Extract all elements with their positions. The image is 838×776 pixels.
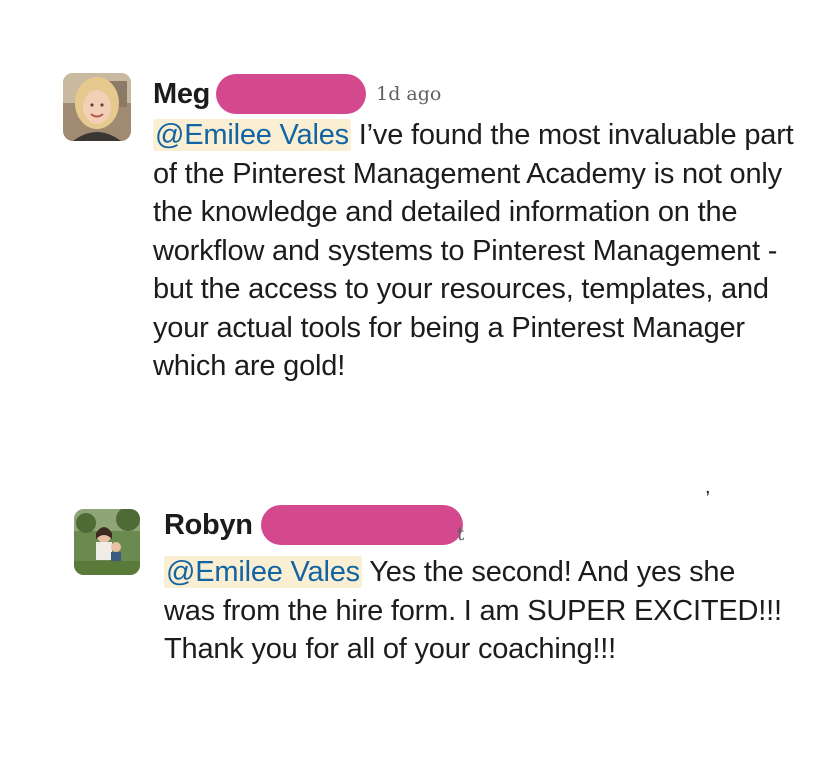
author-name[interactable]: Robyn [164, 509, 253, 542]
message-body: @Emilee Vales Yes the second! And yes sh… [164, 553, 794, 669]
user-photo-icon [74, 509, 140, 575]
mention-link[interactable]: @Emilee Vales [153, 119, 351, 151]
timestamp[interactable]: 1d ago [376, 83, 441, 105]
avatar[interactable] [63, 73, 131, 141]
message-text: I’ve found the most invaluable part of t… [153, 119, 794, 382]
redacted-surname [260, 505, 463, 545]
stray-mark: , [705, 476, 711, 498]
user-photo-icon [63, 73, 131, 141]
avatar[interactable] [74, 509, 140, 575]
author-name[interactable]: Meg [153, 78, 210, 111]
mention-link[interactable]: @Emilee Vales [164, 556, 362, 588]
message-body: @Emilee Vales I’ve found the most invalu… [153, 116, 803, 386]
redacted-surname [216, 74, 367, 114]
timestamp-fragment[interactable]: t [457, 523, 465, 545]
